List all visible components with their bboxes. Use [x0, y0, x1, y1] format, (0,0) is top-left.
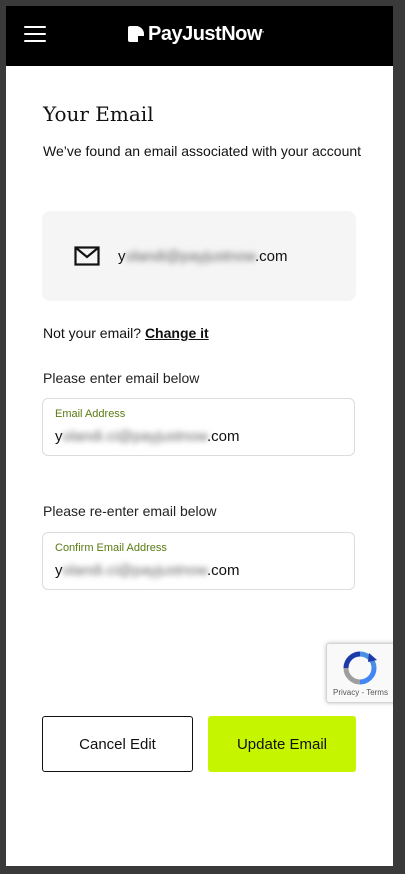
- logo-mark-icon: [128, 26, 144, 42]
- email-field-label: Email Address: [55, 408, 126, 420]
- page-title: Your Email: [43, 102, 154, 126]
- hamburger-menu-icon[interactable]: [24, 26, 46, 42]
- confirm-email-field-value[interactable]: yolandi.ci@payjustnow.com: [55, 562, 240, 579]
- update-email-button[interactable]: Update Email: [208, 716, 356, 772]
- recaptcha-links[interactable]: Privacy - Terms: [333, 688, 388, 697]
- confirm-email-field[interactable]: Confirm Email Address yolandi.ci@payjust…: [42, 532, 355, 590]
- not-your-email-text: Not your email?: [43, 325, 142, 341]
- confirm-email-prompt: Please re-enter email below: [43, 503, 217, 519]
- logo: PayJustNow.: [128, 22, 264, 46]
- recaptcha-badge[interactable]: Privacy - Terms: [326, 643, 393, 703]
- logo-text: PayJustNow.: [148, 22, 264, 45]
- current-email-card: yolandi@payjustnow.com: [42, 211, 356, 301]
- mail-icon: [74, 246, 100, 266]
- email-field[interactable]: Email Address yolandi.ci@payjustnow.com: [42, 398, 355, 456]
- page-subtitle: We’ve found an email associated with you…: [43, 143, 362, 159]
- app-frame: PayJustNow. Your Email We’ve found an em…: [6, 6, 393, 866]
- recaptcha-icon: [343, 651, 377, 685]
- cancel-edit-button[interactable]: Cancel Edit: [42, 716, 193, 772]
- not-your-email-row: Not your email? Change it: [43, 325, 209, 341]
- email-field-value[interactable]: yolandi.ci@payjustnow.com: [55, 428, 240, 445]
- email-prompt: Please enter email below: [43, 370, 200, 386]
- confirm-email-field-label: Confirm Email Address: [55, 542, 167, 554]
- current-email-text: yolandi@payjustnow.com: [118, 248, 288, 265]
- change-email-link[interactable]: Change it: [145, 325, 209, 341]
- top-bar: PayJustNow.: [6, 6, 393, 66]
